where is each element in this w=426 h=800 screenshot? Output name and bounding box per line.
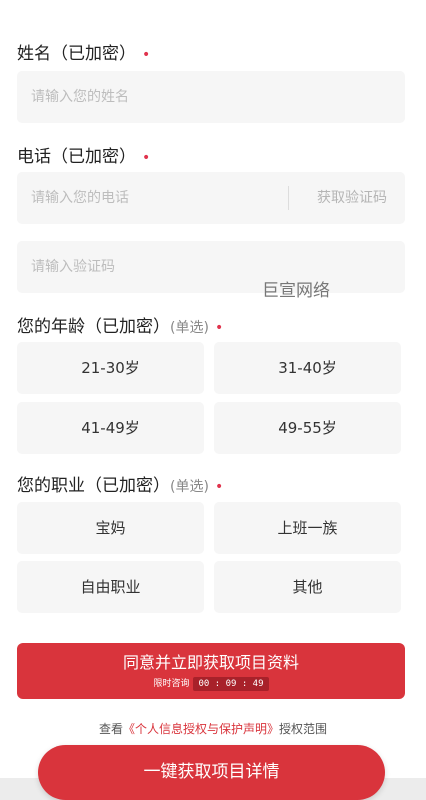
name-input[interactable] [17, 71, 295, 123]
name-label-text: 姓名（已加密） [17, 44, 136, 64]
age-hint: (单选) [170, 320, 209, 336]
job-label: 您的职业（已加密）(单选) • [17, 471, 223, 496]
phone-required-mark: • [142, 150, 151, 166]
code-field-box [17, 241, 405, 293]
age-option[interactable]: 49-55岁 [214, 402, 401, 454]
name-field-box [17, 71, 405, 123]
job-label-text: 您的职业（已加密） [17, 476, 170, 496]
job-option[interactable]: 其他 [214, 561, 401, 613]
countdown-row: 限时咨询 00 : 09 : 49 [17, 677, 405, 691]
name-required-mark: • [142, 47, 151, 63]
auth-suffix: 授权范围 [279, 722, 328, 736]
submit-button[interactable]: 同意并立即获取项目资料 限时咨询 00 : 09 : 49 [17, 643, 405, 699]
age-label-text: 您的年龄（已加密） [17, 317, 170, 337]
get-code-button[interactable]: 获取验证码 [317, 172, 387, 224]
get-details-button[interactable]: 一键获取项目详情 [38, 745, 385, 800]
age-label: 您的年龄（已加密）(单选) • [17, 312, 223, 337]
countdown-timer: 00 : 09 : 49 [193, 677, 269, 691]
age-option[interactable]: 41-49岁 [17, 402, 204, 454]
name-label: 姓名（已加密） • [17, 39, 150, 64]
age-option[interactable]: 31-40岁 [214, 342, 401, 394]
watermark-text: 巨宣网络 [262, 281, 330, 301]
phone-label: 电话（已加密） • [17, 142, 150, 167]
job-option[interactable]: 自由职业 [17, 561, 204, 613]
submit-label: 同意并立即获取项目资料 [122, 653, 299, 672]
job-hint: (单选) [170, 479, 209, 495]
field-divider [288, 186, 289, 210]
job-option[interactable]: 宝妈 [17, 502, 204, 554]
lead-form-page: 姓名（已加密）• 电话（已加密）• 获取验证码 巨宣网络 您的年龄（已加密）(单… [0, 0, 426, 800]
phone-label-text: 电话（已加密） [17, 147, 136, 167]
age-option[interactable]: 21-30岁 [17, 342, 204, 394]
code-input[interactable] [17, 241, 295, 293]
authorization-notice: 查看《个人信息授权与保护声明》授权范围 [0, 720, 426, 737]
privacy-statement-link[interactable]: 《个人信息授权与保护声明》 [123, 722, 279, 736]
auth-prefix: 查看 [98, 722, 123, 736]
phone-input[interactable] [17, 172, 295, 224]
countdown-prefix: 限时咨询 [153, 679, 190, 689]
phone-field-box: 获取验证码 [17, 172, 405, 224]
job-option[interactable]: 上班一族 [214, 502, 401, 554]
age-required-mark: • [214, 320, 224, 336]
job-required-mark: • [214, 479, 224, 495]
